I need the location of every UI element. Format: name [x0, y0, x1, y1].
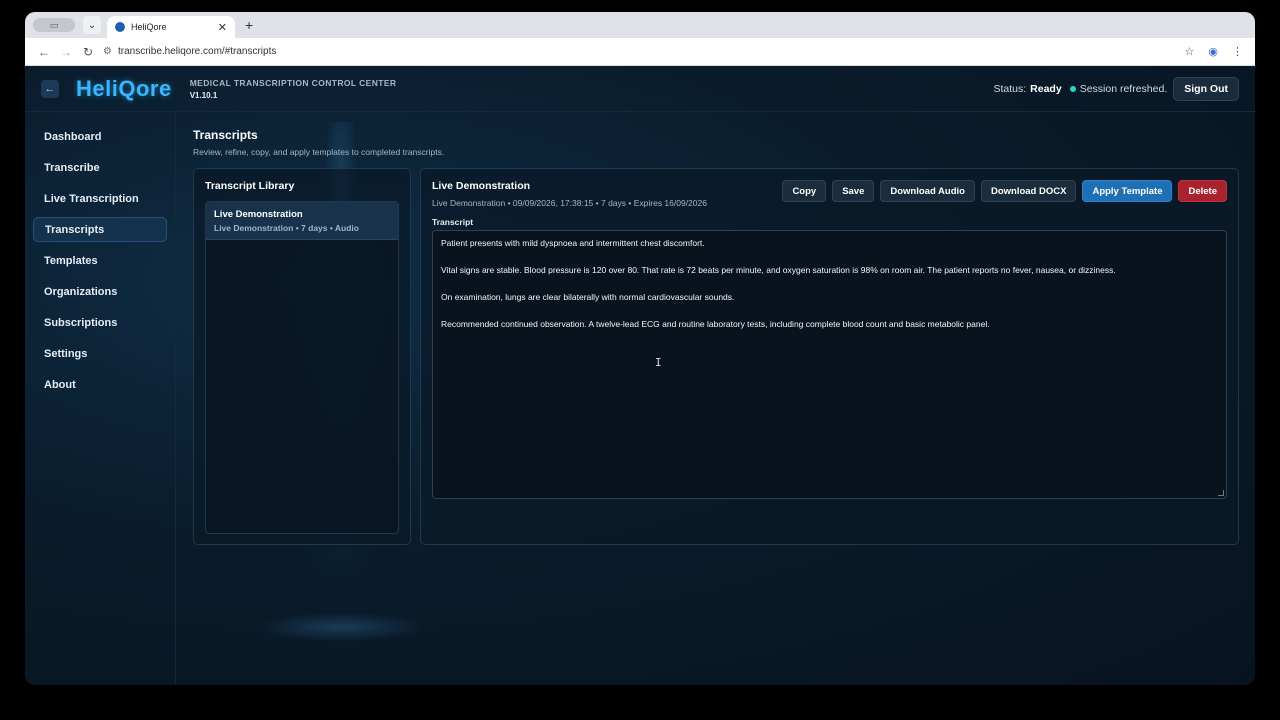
sidebar-item-dashboard[interactable]: Dashboard: [33, 124, 167, 149]
bookmark-star-icon[interactable]: ☆: [1185, 45, 1195, 58]
transcript-paragraph: Recommended continued observation. A twe…: [441, 319, 990, 329]
download-docx-button[interactable]: Download DOCX: [980, 180, 1077, 202]
profile-icon[interactable]: ◉: [1208, 45, 1218, 58]
delete-button[interactable]: Delete: [1178, 180, 1227, 202]
browser-tab-bar: ▭ ⌄ HeliQore ✕ +: [25, 12, 1255, 38]
url-field[interactable]: ⚙ transcribe.heliqore.com/#transcripts: [103, 46, 1185, 57]
copy-button[interactable]: Copy: [782, 180, 827, 202]
list-item-title: Live Demonstration: [214, 209, 303, 220]
page-description: Review, refine, copy, and apply template…: [193, 147, 445, 157]
menu-dots-icon[interactable]: ⋮: [1232, 45, 1243, 58]
status-label: Status:: [993, 82, 1027, 95]
browser-window: ▭ ⌄ HeliQore ✕ + ← → ↻ ⚙ transcribe.heli…: [25, 12, 1255, 685]
page-title: Transcripts: [193, 128, 258, 142]
transcript-actions: Copy Save Download Audio Download DOCX A…: [782, 180, 1227, 202]
download-audio-button[interactable]: Download Audio: [880, 180, 975, 202]
address-bar: ← → ↻ ⚙ transcribe.heliqore.com/#transcr…: [25, 38, 1255, 66]
tab-group-icon[interactable]: ▭: [33, 18, 75, 32]
resize-handle[interactable]: [1218, 490, 1224, 496]
transcript-title: Live Demonstration: [432, 180, 531, 192]
sidebar-item-transcripts[interactable]: Transcripts: [33, 217, 167, 242]
new-tab-icon[interactable]: +: [245, 17, 253, 33]
transcript-label: Transcript: [432, 217, 474, 227]
background-glow-decoration: [256, 612, 426, 642]
app-subtitle: MEDICAL TRANSCRIPTION CONTROL CENTER: [189, 77, 397, 88]
sign-out-button[interactable]: Sign Out: [1173, 76, 1239, 101]
apply-template-button[interactable]: Apply Template: [1082, 180, 1173, 202]
transcript-meta: Live Demonstration • 09/09/2026, 17:38:1…: [432, 198, 707, 208]
sidebar-item-subscriptions[interactable]: Subscriptions: [33, 310, 167, 335]
sidebar: Dashboard Transcribe Live Transcription …: [25, 112, 176, 685]
sidebar-item-transcribe[interactable]: Transcribe: [33, 155, 167, 180]
reload-icon[interactable]: ↻: [77, 45, 99, 59]
transcript-library-panel: Transcript Library Live Demonstration Li…: [193, 168, 411, 545]
sidebar-item-settings[interactable]: Settings: [33, 341, 167, 366]
tab-title: HeliQore: [131, 22, 167, 32]
back-button[interactable]: ←: [41, 79, 59, 98]
status-dot-icon: [1069, 85, 1076, 92]
transcript-paragraph: Patient presents with mild dyspnoea and …: [441, 238, 705, 248]
forward-arrow-icon[interactable]: →: [55, 45, 77, 59]
text-cursor-icon: I: [655, 356, 662, 369]
browser-tab[interactable]: HeliQore ✕: [107, 16, 235, 38]
sidebar-item-live-transcription[interactable]: Live Transcription: [33, 186, 167, 211]
transcript-detail-panel: Live Demonstration Live Demonstration • …: [420, 168, 1239, 545]
library-title: Transcript Library: [205, 180, 295, 192]
back-arrow-icon[interactable]: ←: [33, 45, 55, 59]
sidebar-item-about[interactable]: About: [33, 372, 167, 397]
back-arrow-icon: ←: [44, 82, 56, 95]
close-tab-icon[interactable]: ✕: [218, 21, 227, 34]
list-item-meta: Live Demonstration • 7 days • Audio: [214, 223, 359, 233]
library-list[interactable]: Live Demonstration Live Demonstration • …: [205, 201, 399, 534]
app-root: ← HeliQore MEDICAL TRANSCRIPTION CONTROL…: [25, 66, 1255, 685]
favicon-icon: [115, 22, 125, 32]
logo: HeliQore: [76, 75, 172, 101]
status-value: Ready: [1030, 82, 1062, 95]
site-settings-icon[interactable]: ⚙: [103, 46, 112, 57]
status-message: Session refreshed.: [1079, 82, 1168, 95]
transcript-paragraph: Vital signs are stable. Blood pressure i…: [441, 265, 1116, 275]
sidebar-item-templates[interactable]: Templates: [33, 248, 167, 273]
list-item[interactable]: Live Demonstration Live Demonstration • …: [206, 202, 398, 240]
transcript-textarea[interactable]: Patient presents with mild dyspnoea and …: [432, 230, 1227, 499]
url-text: transcribe.heliqore.com/#transcripts: [117, 46, 277, 57]
app-version: V1.10.1: [189, 90, 218, 100]
save-button[interactable]: Save: [832, 180, 875, 202]
transcript-paragraph: On examination, lungs are clear bilatera…: [441, 292, 735, 302]
tab-search-chevron-icon[interactable]: ⌄: [83, 16, 101, 34]
sidebar-item-organizations[interactable]: Organizations: [33, 279, 167, 304]
main-content: Transcripts Review, refine, copy, and ap…: [176, 112, 1255, 685]
app-header: ← HeliQore MEDICAL TRANSCRIPTION CONTROL…: [25, 66, 1255, 112]
